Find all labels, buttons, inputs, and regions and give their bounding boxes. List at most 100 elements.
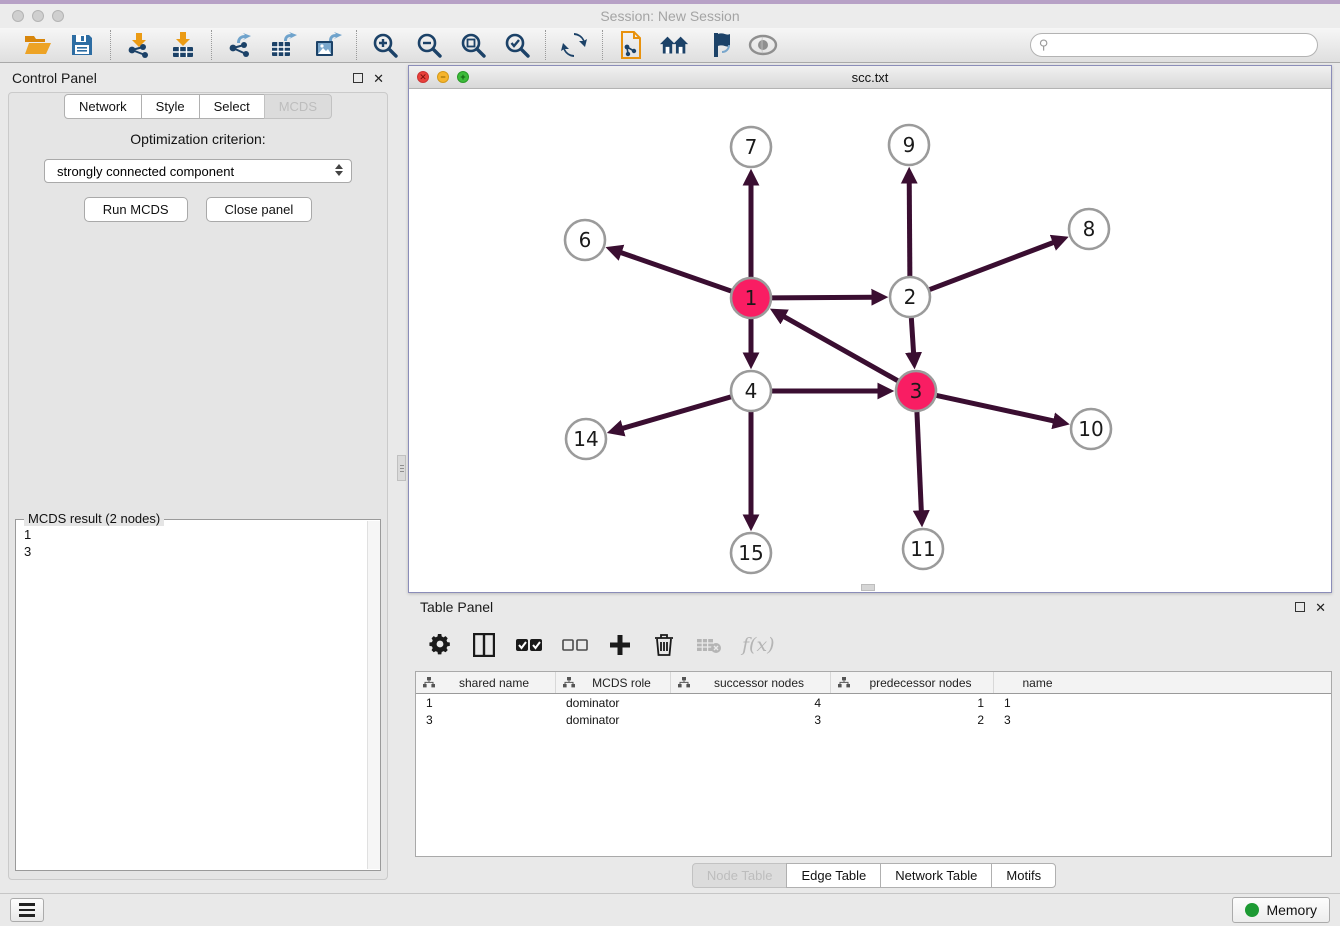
node-14[interactable]: 14 [566,419,606,459]
column-header-shared-name[interactable]: shared name [416,672,556,693]
table-cell: 1 [416,694,556,711]
node-8[interactable]: 8 [1069,209,1109,249]
table-cell: 3 [671,711,831,728]
show-hide-eye-icon[interactable] [748,30,778,60]
node-1[interactable]: 1 [731,278,771,318]
mcds-result-box: MCDS result (2 nodes) 13 [15,519,381,871]
delete-icon[interactable] [652,632,676,658]
open-file-icon[interactable] [23,30,53,60]
zoom-selected-icon[interactable] [502,30,532,60]
table-cell: dominator [556,694,671,711]
table-cell [1078,711,1331,728]
view-resize-handle[interactable] [861,584,875,591]
memory-label: Memory [1266,902,1317,918]
table-toolbar: f(x) [408,625,1340,665]
edge-4-14[interactable] [622,397,731,429]
network-graph[interactable]: 7 9 6 8 1 2 4 3 14 10 15 11 [409,89,1331,592]
column-header-name[interactable]: name [994,672,1078,693]
node-3[interactable]: 3 [896,371,936,411]
optimization-criterion-label: Optimization criterion: [9,131,387,147]
edge-1-2[interactable] [772,297,873,298]
float-panel-icon[interactable] [353,72,363,85]
select-arrows-icon [335,164,343,176]
apply-layout-icon[interactable] [559,30,589,60]
network-from-file-icon[interactable] [616,30,646,60]
show-column-icon[interactable] [472,632,496,658]
export-network-icon[interactable] [225,30,255,60]
tab-motifs[interactable]: Motifs [991,863,1056,888]
tab-node-table[interactable]: Node Table [692,863,788,888]
table-row[interactable]: 1dominator411 [416,694,1331,711]
node-10[interactable]: 10 [1071,409,1111,449]
zoom-in-icon[interactable] [370,30,400,60]
node-4[interactable]: 4 [731,371,771,411]
column-header-successor-nodes[interactable]: successor nodes [671,672,831,693]
save-session-icon[interactable] [67,30,97,60]
result-scrollbar[interactable] [367,521,380,869]
export-table-icon[interactable] [269,30,299,60]
search-input[interactable] [1049,35,1317,55]
settings-gear-icon[interactable] [428,632,452,658]
show-hide-details-icon[interactable] [704,30,734,60]
edge-3-11[interactable] [917,412,921,512]
table-header-row: shared nameMCDS rolesuccessor nodesprede… [416,672,1331,694]
table-cell [1078,694,1331,711]
edge-1-6[interactable] [620,252,731,291]
node-9[interactable]: 9 [889,125,929,165]
edge-3-10[interactable] [937,395,1055,421]
edge-2-9[interactable] [909,182,910,276]
node-label: 15 [738,541,763,565]
close-panel-button[interactable]: Close panel [206,197,313,222]
import-network-icon[interactable] [124,30,154,60]
status-bar: Memory [0,893,1340,926]
unselect-all-rows-icon[interactable] [562,632,588,658]
export-image-icon[interactable] [313,30,343,60]
tab-network-table[interactable]: Network Table [880,863,992,888]
function-builder-icon: f(x) [742,632,775,658]
first-neighbors-icon[interactable] [660,30,690,60]
table-row[interactable]: 3dominator323 [416,711,1331,728]
node-6[interactable]: 6 [565,220,605,260]
table-cell: 1 [994,694,1078,711]
table-cell: 3 [416,711,556,728]
mcds-result-lines[interactable]: 13 [16,520,380,560]
tab-select[interactable]: Select [199,94,265,119]
import-table-icon[interactable] [168,30,198,60]
add-icon[interactable] [608,632,632,658]
node-7[interactable]: 7 [731,127,771,167]
attribute-type-icon [678,677,690,688]
node-2[interactable]: 2 [890,277,930,317]
table-cell: dominator [556,711,671,728]
column-header-MCDS-role[interactable]: MCDS role [556,672,671,693]
node-15[interactable]: 15 [731,533,771,573]
run-mcds-button[interactable]: Run MCDS [84,197,188,222]
zoom-fit-icon[interactable] [458,30,488,60]
panel-divider-handle[interactable] [397,455,406,481]
edge-3-1[interactable] [783,316,897,381]
tab-mcds[interactable]: MCDS [264,94,332,119]
tab-edge-table[interactable]: Edge Table [786,863,881,888]
close-table-panel-icon[interactable]: ✕ [1315,601,1326,614]
criterion-select[interactable]: strongly connected component [44,159,352,183]
memory-button[interactable]: Memory [1232,897,1330,923]
attribute-type-icon [563,677,575,688]
criterion-value: strongly connected component [57,164,234,179]
network-canvas[interactable]: 7 9 6 8 1 2 4 3 14 10 15 11 [409,89,1331,592]
delete-column-icon[interactable] [696,632,722,658]
node-11[interactable]: 11 [903,529,943,569]
control-panel-title: Control Panel [12,70,97,86]
float-table-panel-icon[interactable] [1295,601,1305,614]
window-title: Session: New Session [0,8,1340,24]
tab-network[interactable]: Network [64,94,142,119]
zoom-out-icon[interactable] [414,30,444,60]
table-panel-tabs: Node TableEdge TableNetwork TableMotifs [692,863,1056,888]
select-all-rows-icon[interactable] [516,632,542,658]
close-panel-icon[interactable]: ✕ [373,72,384,85]
search-field[interactable]: ⚲ [1030,33,1318,57]
edge-2-3[interactable] [911,318,913,354]
column-header-predecessor-nodes[interactable]: predecessor nodes [831,672,994,693]
show-panels-list-icon[interactable] [10,898,44,922]
table-panel: Table Panel ✕ [408,595,1340,890]
edge-2-8[interactable] [930,242,1055,289]
tab-style[interactable]: Style [141,94,200,119]
